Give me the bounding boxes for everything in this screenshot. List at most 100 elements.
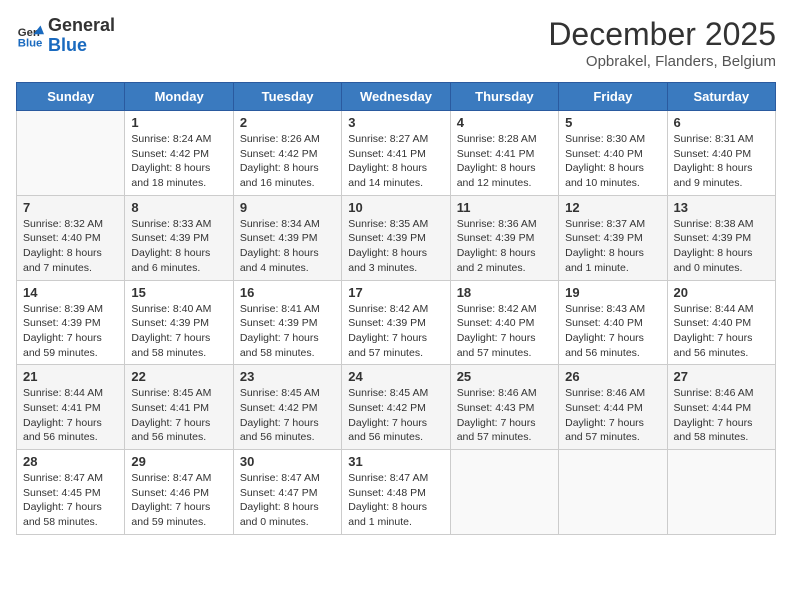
day-info: Sunrise: 8:26 AMSunset: 4:42 PMDaylight:… [240, 132, 335, 191]
day-header-thursday: Thursday [450, 83, 558, 111]
title-block: December 2025 Opbrakel, Flanders, Belgiu… [548, 16, 776, 70]
day-number: 27 [674, 369, 769, 384]
calendar-cell [450, 450, 558, 535]
day-info: Sunrise: 8:24 AMSunset: 4:42 PMDaylight:… [131, 132, 226, 191]
day-number: 29 [131, 454, 226, 469]
day-number: 31 [348, 454, 443, 469]
day-number: 15 [131, 285, 226, 300]
day-info: Sunrise: 8:30 AMSunset: 4:40 PMDaylight:… [565, 132, 660, 191]
day-number: 18 [457, 285, 552, 300]
day-number: 20 [674, 285, 769, 300]
day-header-friday: Friday [559, 83, 667, 111]
day-header-wednesday: Wednesday [342, 83, 450, 111]
svg-text:Blue: Blue [18, 37, 43, 49]
day-number: 19 [565, 285, 660, 300]
calendar-cell: 29 Sunrise: 8:47 AMSunset: 4:46 PMDayligh… [125, 450, 233, 535]
day-number: 17 [348, 285, 443, 300]
day-info: Sunrise: 8:45 AMSunset: 4:42 PMDaylight:… [240, 386, 335, 445]
day-info: Sunrise: 8:32 AMSunset: 4:40 PMDaylight:… [23, 217, 118, 276]
calendar-cell: 16 Sunrise: 8:41 AMSunset: 4:39 PMDayligh… [233, 280, 341, 365]
day-number: 11 [457, 200, 552, 215]
calendar-cell: 18 Sunrise: 8:42 AMSunset: 4:40 PMDayligh… [450, 280, 558, 365]
calendar-week-row: 7 Sunrise: 8:32 AMSunset: 4:40 PMDaylight… [17, 195, 776, 280]
calendar-cell: 11 Sunrise: 8:36 AMSunset: 4:39 PMDayligh… [450, 195, 558, 280]
calendar-cell: 14Sunrise: 8:39 AMSunset: 4:39 PMDayligh… [17, 280, 125, 365]
calendar-cell: 19 Sunrise: 8:43 AMSunset: 4:40 PMDayligh… [559, 280, 667, 365]
day-number: 6 [674, 115, 769, 130]
day-number: 13 [674, 200, 769, 215]
day-number: 16 [240, 285, 335, 300]
day-number: 7 [23, 200, 118, 215]
day-header-saturday: Saturday [667, 83, 775, 111]
calendar-cell: 2 Sunrise: 8:26 AMSunset: 4:42 PMDaylight… [233, 111, 341, 196]
calendar-cell: 21Sunrise: 8:44 AMSunset: 4:41 PMDayligh… [17, 365, 125, 450]
calendar-cell: 6 Sunrise: 8:31 AMSunset: 4:40 PMDaylight… [667, 111, 775, 196]
day-info: Sunrise: 8:38 AMSunset: 4:39 PMDaylight:… [674, 217, 769, 276]
day-number: 5 [565, 115, 660, 130]
calendar-cell [559, 450, 667, 535]
day-number: 30 [240, 454, 335, 469]
day-number: 1 [131, 115, 226, 130]
day-info: Sunrise: 8:45 AMSunset: 4:42 PMDaylight:… [348, 386, 443, 445]
calendar-table: SundayMondayTuesdayWednesdayThursdayFrid… [16, 82, 776, 535]
day-info: Sunrise: 8:42 AMSunset: 4:40 PMDaylight:… [457, 302, 552, 361]
day-info: Sunrise: 8:36 AMSunset: 4:39 PMDaylight:… [457, 217, 552, 276]
day-number: 24 [348, 369, 443, 384]
calendar-cell: 8 Sunrise: 8:33 AMSunset: 4:39 PMDaylight… [125, 195, 233, 280]
calendar-cell: 7 Sunrise: 8:32 AMSunset: 4:40 PMDaylight… [17, 195, 125, 280]
calendar-cell: 27 Sunrise: 8:46 AMSunset: 4:44 PMDayligh… [667, 365, 775, 450]
day-info: Sunrise: 8:46 AMSunset: 4:44 PMDaylight:… [674, 386, 769, 445]
calendar-cell: 4Sunrise: 8:28 AMSunset: 4:41 PMDaylight… [450, 111, 558, 196]
calendar-week-row: 21Sunrise: 8:44 AMSunset: 4:41 PMDayligh… [17, 365, 776, 450]
day-info: Sunrise: 8:40 AMSunset: 4:39 PMDaylight:… [131, 302, 226, 361]
day-info: Sunrise: 8:33 AMSunset: 4:39 PMDaylight:… [131, 217, 226, 276]
calendar-cell: 12 Sunrise: 8:37 AMSunset: 4:39 PMDayligh… [559, 195, 667, 280]
day-info: Sunrise: 8:46 AMSunset: 4:43 PMDaylight:… [457, 386, 552, 445]
day-info: Sunrise: 8:42 AMSunset: 4:39 PMDaylight:… [348, 302, 443, 361]
day-number: 23 [240, 369, 335, 384]
day-info: Sunrise: 8:47 AMSunset: 4:45 PMDaylight:… [23, 471, 118, 530]
page-header: Gen Blue General Blue December 2025 Opbr… [16, 16, 776, 70]
day-info: Sunrise: 8:47 AMSunset: 4:48 PMDaylight:… [348, 471, 443, 530]
calendar-cell: 13 Sunrise: 8:38 AMSunset: 4:39 PMDayligh… [667, 195, 775, 280]
calendar-cell: 23 Sunrise: 8:45 AMSunset: 4:42 PMDayligh… [233, 365, 341, 450]
day-number: 8 [131, 200, 226, 215]
month-title: December 2025 [548, 16, 776, 53]
calendar-week-row: 1 Sunrise: 8:24 AMSunset: 4:42 PMDaylight… [17, 111, 776, 196]
day-header-sunday: Sunday [17, 83, 125, 111]
location-subtitle: Opbrakel, Flanders, Belgium [548, 53, 776, 70]
logo: Gen Blue General Blue [16, 16, 115, 56]
day-info: Sunrise: 8:27 AMSunset: 4:41 PMDaylight:… [348, 132, 443, 191]
day-number: 12 [565, 200, 660, 215]
day-info: Sunrise: 8:47 AMSunset: 4:47 PMDaylight:… [240, 471, 335, 530]
logo-general: General [48, 16, 115, 36]
day-info: Sunrise: 8:39 AMSunset: 4:39 PMDaylight:… [23, 302, 118, 361]
day-info: Sunrise: 8:28 AMSunset: 4:41 PMDaylight:… [457, 132, 552, 191]
day-info: Sunrise: 8:43 AMSunset: 4:40 PMDaylight:… [565, 302, 660, 361]
day-number: 28 [23, 454, 118, 469]
day-info: Sunrise: 8:44 AMSunset: 4:41 PMDaylight:… [23, 386, 118, 445]
calendar-cell: 28 Sunrise: 8:47 AMSunset: 4:45 PMDayligh… [17, 450, 125, 535]
calendar-cell: 15 Sunrise: 8:40 AMSunset: 4:39 PMDayligh… [125, 280, 233, 365]
calendar-cell: 20 Sunrise: 8:44 AMSunset: 4:40 PMDayligh… [667, 280, 775, 365]
day-number: 26 [565, 369, 660, 384]
day-header-monday: Monday [125, 83, 233, 111]
calendar-week-row: 28 Sunrise: 8:47 AMSunset: 4:45 PMDayligh… [17, 450, 776, 535]
calendar-week-row: 14Sunrise: 8:39 AMSunset: 4:39 PMDayligh… [17, 280, 776, 365]
calendar-cell: 1 Sunrise: 8:24 AMSunset: 4:42 PMDaylight… [125, 111, 233, 196]
calendar-cell: 26Sunrise: 8:46 AMSunset: 4:44 PMDayligh… [559, 365, 667, 450]
day-info: Sunrise: 8:41 AMSunset: 4:39 PMDaylight:… [240, 302, 335, 361]
day-number: 2 [240, 115, 335, 130]
day-number: 22 [131, 369, 226, 384]
logo-icon: Gen Blue [16, 22, 44, 50]
calendar-cell: 3Sunrise: 8:27 AMSunset: 4:41 PMDaylight… [342, 111, 450, 196]
day-info: Sunrise: 8:44 AMSunset: 4:40 PMDaylight:… [674, 302, 769, 361]
calendar-header-row: SundayMondayTuesdayWednesdayThursdayFrid… [17, 83, 776, 111]
day-info: Sunrise: 8:31 AMSunset: 4:40 PMDaylight:… [674, 132, 769, 191]
day-info: Sunrise: 8:37 AMSunset: 4:39 PMDaylight:… [565, 217, 660, 276]
calendar-cell: 17 Sunrise: 8:42 AMSunset: 4:39 PMDayligh… [342, 280, 450, 365]
day-info: Sunrise: 8:34 AMSunset: 4:39 PMDaylight:… [240, 217, 335, 276]
day-info: Sunrise: 8:47 AMSunset: 4:46 PMDaylight:… [131, 471, 226, 530]
day-header-tuesday: Tuesday [233, 83, 341, 111]
calendar-cell: 30 Sunrise: 8:47 AMSunset: 4:47 PMDayligh… [233, 450, 341, 535]
